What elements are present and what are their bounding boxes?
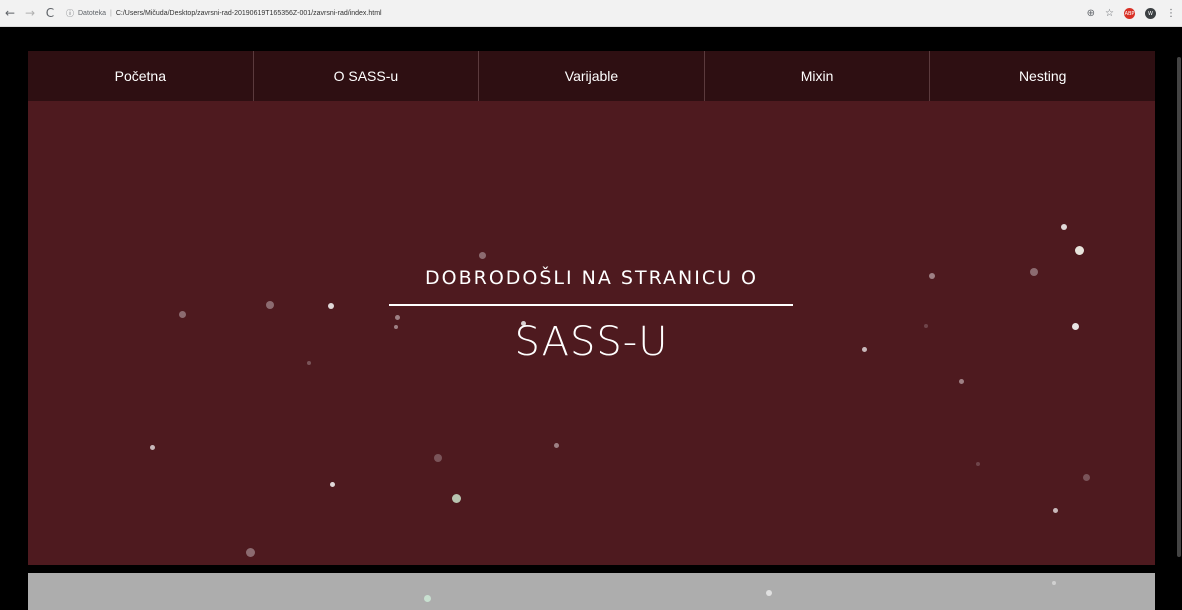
particle-dot [424, 595, 431, 602]
particle-dot [150, 445, 155, 450]
info-icon[interactable]: ⓘ [66, 8, 74, 19]
adblock-extension-icon[interactable]: ABP [1124, 8, 1135, 19]
particle-dot [452, 494, 461, 503]
forward-icon[interactable]: → [20, 6, 40, 20]
hero-title: SASS-U [514, 319, 669, 365]
particle-dot [959, 379, 964, 384]
back-icon[interactable]: ← [0, 6, 20, 20]
main-navbar: Početna O SASS-u Varijable Mixin Nesting [28, 51, 1155, 101]
star-icon[interactable]: ☆ [1105, 8, 1114, 19]
hero-subtitle: DOBRODOŠLI NA STRANICU O [425, 267, 758, 289]
particle-dot [246, 548, 255, 557]
particle-dot [328, 303, 334, 309]
particle-dot [766, 590, 772, 596]
extension-icon[interactable]: W [1145, 8, 1156, 19]
nav-item-varijable[interactable]: Varijable [479, 51, 705, 101]
particle-dot [434, 454, 442, 462]
particle-dot [554, 443, 559, 448]
scheme-label: Datoteka [78, 9, 107, 17]
address-separator: | [110, 9, 112, 17]
toolbar-actions: ⊕ ☆ ABP W ⋮ [1087, 0, 1176, 27]
particle-dot [1053, 508, 1058, 513]
content-section [28, 573, 1155, 610]
particle-dot [479, 252, 486, 259]
reload-icon[interactable]: C [40, 6, 60, 20]
hero-divider [389, 304, 793, 306]
nav-item-o-sass[interactable]: O SASS-u [254, 51, 480, 101]
menu-icon[interactable]: ⋮ [1166, 8, 1176, 19]
particle-dot [266, 301, 274, 309]
particle-dot [179, 311, 186, 318]
hero-section: DOBRODOŠLI NA STRANICU O SASS-U [28, 101, 1155, 565]
zoom-icon[interactable]: ⊕ [1087, 8, 1095, 19]
address-bar[interactable]: ⓘ Datoteka | C:/Users/Mičuda/Desktop/zav… [66, 3, 382, 23]
page-viewport: Početna O SASS-u Varijable Mixin Nesting… [0, 27, 1182, 610]
particle-dot [1061, 224, 1067, 230]
particle-dot [976, 462, 980, 466]
page-scrollbar[interactable] [1176, 27, 1182, 610]
browser-toolbar: ← → C ⓘ Datoteka | C:/Users/Mičuda/Deskt… [0, 0, 1182, 27]
particle-dot [1052, 581, 1056, 585]
url-text[interactable]: C:/Users/Mičuda/Desktop/zavrsni-rad-2019… [116, 10, 382, 17]
scrollbar-thumb[interactable] [1177, 57, 1181, 557]
nav-item-pocetna[interactable]: Početna [28, 51, 254, 101]
nav-item-nesting[interactable]: Nesting [930, 51, 1155, 101]
particle-dot [1075, 246, 1084, 255]
particle-dot [1083, 474, 1090, 481]
particle-dot [330, 482, 335, 487]
nav-item-mixin[interactable]: Mixin [705, 51, 931, 101]
